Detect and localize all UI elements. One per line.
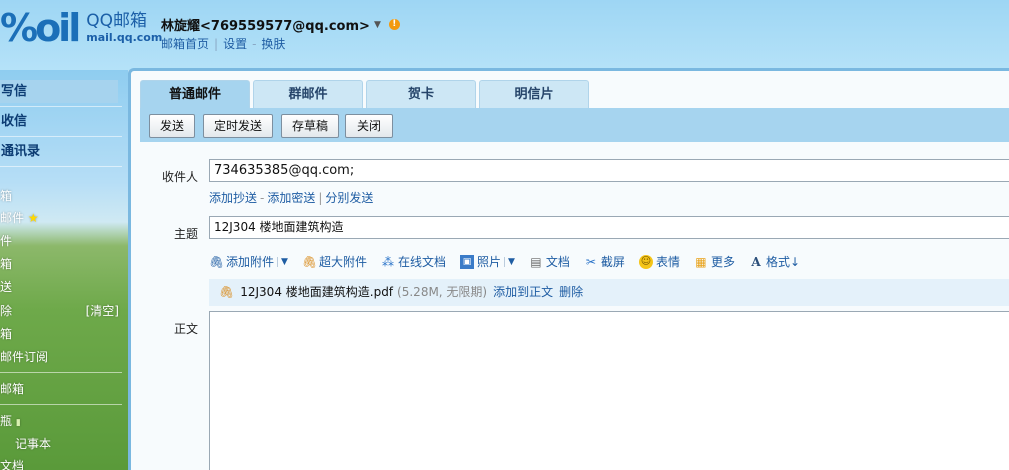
online-doc-button[interactable]: ⁂ 在线文档 — [381, 253, 446, 270]
paperclip-icon: 🖇 — [209, 254, 225, 269]
user-name: 林旋耀<769559577@qq.com> — [161, 19, 370, 34]
link-mail-home[interactable]: 邮箱首页 — [161, 37, 209, 51]
subject-field[interactable]: 12J304 楼地面建筑构造 — [209, 216, 1009, 239]
more-button[interactable]: ▦ 更多 — [694, 253, 735, 270]
add-to-body-link[interactable]: 添加到正文 — [493, 279, 553, 306]
grid-icon: ▦ — [695, 254, 707, 269]
link-settings[interactable]: 设置 — [223, 37, 247, 51]
delete-attachment-link[interactable]: 删除 — [559, 279, 583, 306]
recipient-links: 添加抄送 - 添加密送 | 分别发送 — [209, 191, 374, 205]
large-attachment-button[interactable]: 🖇 超大附件 — [302, 253, 367, 270]
folder-drift-bottle[interactable]: 瓶 ▮ — [0, 413, 122, 431]
star-icon: ★ — [27, 211, 39, 225]
save-draft-button[interactable]: 存草稿 — [281, 114, 339, 138]
folder-spam[interactable]: 箱 — [0, 326, 122, 342]
to-label: 收件人 — [162, 170, 199, 184]
sidebar-item-contacts[interactable]: 通讯录 — [0, 140, 118, 163]
crop-icon: ✂ — [585, 254, 596, 269]
folder-sent-2[interactable]: 送 — [0, 279, 122, 295]
compose-panel: 普通邮件 群邮件 贺卡 明信片 发送 定时发送 存草稿 关闭 收件人 73463… — [128, 68, 1009, 470]
clear-trash-link[interactable]: [清空] — [86, 303, 119, 319]
logo-mark: %oil — [0, 6, 81, 50]
chevron-down-icon[interactable]: ▼ — [277, 256, 288, 267]
share-nodes-icon: ⁂ — [381, 254, 394, 269]
warning-icon[interactable]: ! — [388, 19, 400, 30]
folder-starred[interactable]: 邮件 ★ — [0, 210, 122, 226]
sidebar-item-docs[interactable]: 文档 — [0, 458, 122, 470]
user-account[interactable]: 林旋耀<769559577@qq.com> ▼ ! — [161, 15, 400, 34]
photo-button[interactable]: ▣ 照片 ▼ — [459, 253, 515, 270]
compose-toolbar: 发送 定时发送 存草稿 关闭 — [140, 108, 1009, 142]
tab-group-mail[interactable]: 群邮件 — [253, 80, 363, 108]
sidebar-item-compose[interactable]: 写信 — [0, 80, 118, 103]
to-field[interactable]: 734635385@qq.com; — [209, 159, 1009, 182]
folder-drafts[interactable]: 件 — [0, 233, 122, 249]
photo-icon: ▣ — [459, 254, 474, 269]
folder-subscriptions[interactable]: 邮件订阅 — [0, 349, 122, 365]
folder-sent[interactable]: 箱 — [0, 256, 122, 272]
attachment-item: 🖇 12J304 楼地面建筑构造.pdf (5.28M, 无限期) 添加到正文 … — [209, 279, 1009, 306]
attachment-toolbar: 🖇 添加附件 ▼ 🖇 超大附件 ⁂ 在线文档 ▣ 照片 ▼ ▤ 文档 ✂ 截屏 … — [209, 253, 814, 270]
body-label: 正文 — [174, 322, 199, 336]
font-icon: A — [751, 254, 761, 269]
sidebar-item-notes[interactable]: 记事本 — [15, 436, 137, 452]
logo-name: QQ邮箱 — [86, 11, 147, 31]
qq-mail-logo[interactable]: %oil QQ邮箱 mail.qq.com — [0, 8, 162, 48]
header: %oil QQ邮箱 mail.qq.com 林旋耀<769559577@qq.c… — [0, 0, 1009, 70]
close-button[interactable]: 关闭 — [345, 114, 393, 138]
tab-normal-mail[interactable]: 普通邮件 — [140, 80, 250, 108]
chevron-down-icon[interactable]: ▼ — [503, 256, 515, 267]
attachment-meta: (5.28M, 无限期) — [397, 285, 488, 299]
user-links: 邮箱首页 | 设置 - 换肤 — [161, 37, 286, 51]
link-skin[interactable]: 换肤 — [261, 37, 285, 51]
tab-postcard[interactable]: 明信片 — [479, 80, 589, 108]
compose-tabs: 普通邮件 群邮件 贺卡 明信片 — [140, 80, 592, 108]
chevron-down-icon[interactable]: ▼ — [374, 20, 381, 30]
paperclip-icon: 🖇 — [219, 285, 235, 299]
subject-label: 主题 — [174, 227, 199, 241]
separate-send-link[interactable]: 分别发送 — [325, 191, 373, 205]
sidebar-item-inbox[interactable]: 收信 — [0, 110, 118, 133]
smiley-icon: ☺ — [638, 254, 653, 269]
format-button[interactable]: A 格式↓ — [749, 253, 800, 270]
tab-greeting-card[interactable]: 贺卡 — [366, 80, 476, 108]
large-paperclip-icon: 🖇 — [301, 254, 318, 269]
folder-inbox[interactable]: 箱 — [0, 188, 122, 204]
body-editor[interactable] — [209, 311, 1009, 470]
add-bcc-link[interactable]: 添加密送 — [267, 191, 315, 205]
attachment-name: 12J304 楼地面建筑构造.pdf — [240, 285, 394, 299]
document-icon: ▤ — [530, 254, 542, 269]
folder-other-mailbox[interactable]: 邮箱 — [0, 381, 122, 397]
screenshot-button[interactable]: ✂ 截屏 — [584, 253, 625, 270]
sidebar: 写信 收信 通讯录 箱 邮件 ★ 件 箱 送 除 [清空] 箱 邮件订阅 邮箱 … — [0, 70, 128, 470]
add-cc-link[interactable]: 添加抄送 — [209, 191, 257, 205]
logo-url: mail.qq.com — [86, 31, 163, 44]
bottle-icon: ▮ — [15, 418, 21, 428]
document-button[interactable]: ▤ 文档 — [529, 253, 570, 270]
emoji-button[interactable]: ☺ 表情 — [638, 253, 680, 270]
send-button[interactable]: 发送 — [149, 114, 195, 138]
add-attachment-button[interactable]: 🖇 添加附件 ▼ — [209, 253, 288, 270]
folder-deleted[interactable]: 除 [清空] — [0, 303, 122, 319]
scheduled-send-button[interactable]: 定时发送 — [203, 114, 273, 138]
